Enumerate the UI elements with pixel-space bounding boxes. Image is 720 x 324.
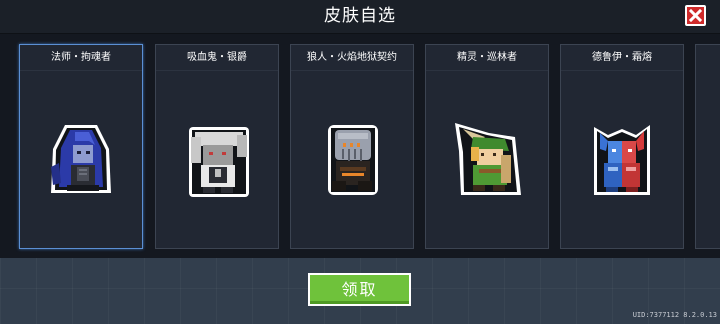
close-button[interactable]: [685, 5, 706, 26]
vampire-skin-sprite: [189, 127, 249, 197]
skin-card-name: 法师・拘魂者: [20, 45, 142, 71]
mage-skin-sprite: [51, 125, 111, 193]
skin-card-mage[interactable]: 法师・拘魂者: [19, 44, 143, 249]
skin-card-druid[interactable]: 德鲁伊・霜熔: [560, 44, 684, 249]
skin-card-name: 吸血鬼・银爵: [156, 45, 278, 71]
werewolf-skin-sprite: [328, 125, 378, 195]
title-bar: 皮肤自选: [0, 0, 720, 35]
druid-skin-sprite: [594, 125, 650, 195]
elf-skin-sprite: [455, 123, 521, 195]
skin-card-name: 狼人・火焰地狱契约: [291, 45, 413, 71]
skin-card-name: 精灵・巡林者: [426, 45, 548, 71]
skin-card-werewolf[interactable]: 狼人・火焰地狱契约: [290, 44, 414, 249]
claim-button[interactable]: 领取: [308, 273, 411, 306]
page-title: 皮肤自选: [324, 6, 396, 26]
skin-card-name: 德鲁伊・霜熔: [561, 45, 683, 71]
skin-card-elf[interactable]: 精灵・巡林者: [425, 44, 549, 249]
skin-card-partial[interactable]: [695, 44, 720, 249]
uid-version-label: UID:7377112 8.2.0.13: [632, 311, 717, 319]
skin-card-vampire[interactable]: 吸血鬼・银爵: [155, 44, 279, 249]
close-icon: [689, 9, 702, 22]
